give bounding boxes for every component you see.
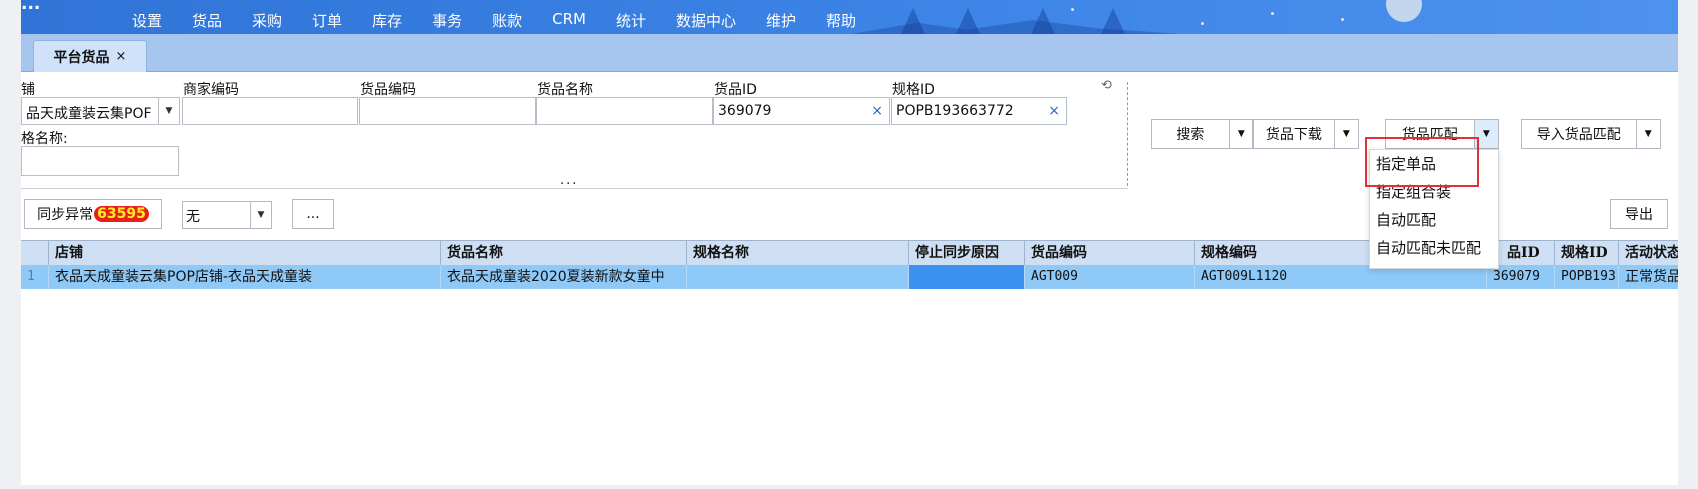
spec-id-input[interactable]: POPB193663772 × bbox=[891, 97, 1067, 125]
collapse-handle[interactable]: ... bbox=[560, 173, 578, 188]
cell-goods-name[interactable]: 衣品天成童装2020夏装新款女童中 bbox=[441, 265, 687, 289]
cell-stop-reason[interactable] bbox=[909, 265, 1025, 289]
menu-item-purchase[interactable]: 采购 bbox=[252, 10, 282, 31]
sync-error-label: 同步异常 bbox=[37, 207, 94, 223]
header-row-number bbox=[21, 241, 49, 265]
menu-item-goods[interactable]: 货品 bbox=[192, 10, 222, 31]
shop-select[interactable]: 品天成童装云集POF ▼ bbox=[21, 97, 180, 125]
cell-spec-id[interactable]: POPB193 bbox=[1555, 265, 1619, 289]
chevron-down-icon[interactable]: ▼ bbox=[1637, 120, 1660, 148]
spec-name-label: 格名称: bbox=[21, 131, 68, 147]
menu-item-affairs[interactable]: 事务 bbox=[432, 10, 462, 31]
cell-status[interactable]: 正常货品 bbox=[1619, 265, 1678, 289]
goods-code-label: 货品编码 bbox=[360, 82, 416, 98]
panel-divider bbox=[1127, 82, 1128, 186]
menu-item-inventory[interactable]: 库存 bbox=[372, 10, 402, 31]
menu-item-help[interactable]: 帮助 bbox=[826, 10, 856, 31]
cell-spec-name[interactable] bbox=[687, 265, 909, 289]
chevron-down-icon[interactable]: ▼ bbox=[1335, 120, 1358, 148]
goods-id-input[interactable]: 369079 × bbox=[713, 97, 890, 125]
decorative-tree-icon bbox=[956, 8, 980, 34]
menu-item-crm[interactable]: CRM bbox=[552, 10, 586, 31]
more-button[interactable]: ... bbox=[292, 199, 334, 229]
goods-code-input[interactable] bbox=[359, 97, 536, 125]
menu-item-data-center[interactable]: 数据中心 bbox=[676, 10, 736, 31]
chevron-down-icon[interactable]: ▼ bbox=[1230, 120, 1253, 148]
filter-select-value: 无 bbox=[186, 209, 200, 225]
merchant-code-input[interactable] bbox=[182, 97, 358, 125]
app-window: ... 设置 货品 采购 订单 库存 事务 账款 CRM 统计 数据中心 维护 … bbox=[21, 0, 1678, 485]
tab-platform-goods[interactable]: 平台货品 × bbox=[33, 40, 147, 72]
spec-id-value: POPB193663772 bbox=[896, 103, 1014, 119]
sync-error-badge: 63595 bbox=[94, 206, 149, 222]
import-match-button[interactable]: 导入货品匹配 ▼ bbox=[1521, 119, 1661, 149]
decorative-star bbox=[1341, 18, 1344, 21]
shop-select-value: 品天成童装云集POF bbox=[26, 106, 152, 122]
clear-icon[interactable]: × bbox=[871, 103, 883, 119]
chevron-down-icon[interactable]: ▼ bbox=[250, 202, 271, 228]
decorative-tree-icon bbox=[901, 8, 925, 34]
menu-item-auto-match-unmatched[interactable]: 自动匹配未匹配 bbox=[1370, 234, 1498, 262]
shop-label: 铺 bbox=[21, 82, 35, 98]
header-spec-name[interactable]: 规格名称 bbox=[687, 241, 909, 265]
header-status[interactable]: 活动状态 bbox=[1619, 241, 1678, 265]
header-spec-id[interactable]: 规格ID bbox=[1555, 241, 1619, 265]
import-match-label[interactable]: 导入货品匹配 bbox=[1522, 120, 1637, 148]
header-shop[interactable]: 店铺 bbox=[49, 241, 441, 265]
app-logo: ... bbox=[21, 0, 41, 14]
menu-item-maintenance[interactable]: 维护 bbox=[766, 10, 796, 31]
chevron-down-icon[interactable]: ▼ bbox=[158, 98, 179, 124]
refresh-icon[interactable]: ⟲ bbox=[1101, 78, 1112, 93]
decorative-star bbox=[1071, 8, 1074, 11]
sync-error-button[interactable]: 同步异常 63595 bbox=[24, 199, 162, 229]
menu-item-accounts[interactable]: 账款 bbox=[492, 10, 522, 31]
export-button[interactable]: 导出 bbox=[1610, 199, 1668, 229]
search-button[interactable]: 搜索 ▼ bbox=[1151, 119, 1254, 149]
menu-item-auto-match[interactable]: 自动匹配 bbox=[1370, 206, 1498, 234]
decorative-star bbox=[1201, 22, 1204, 25]
goods-name-label: 货品名称 bbox=[537, 82, 593, 98]
spec-id-label: 规格ID bbox=[892, 82, 935, 98]
header-goods-name[interactable]: 货品名称 bbox=[441, 241, 687, 265]
top-menu-bar: ... 设置 货品 采购 订单 库存 事务 账款 CRM 统计 数据中心 维护 … bbox=[21, 0, 1678, 34]
cell-goods-code[interactable]: AGT009 bbox=[1025, 265, 1195, 289]
decorative-star bbox=[1271, 12, 1274, 15]
tab-bar: 平台货品 × bbox=[21, 34, 1678, 72]
menu-item-statistics[interactable]: 统计 bbox=[616, 10, 646, 31]
decorative-tree-icon bbox=[1031, 8, 1055, 34]
spec-name-input[interactable] bbox=[21, 146, 179, 176]
header-stop-reason[interactable]: 停止同步原因 bbox=[909, 241, 1025, 265]
row-number: 1 bbox=[21, 265, 49, 289]
filter-panel: 铺 品天成童装云集POF ▼ 商家编码 货品编码 货品名称 货品ID 36907… bbox=[21, 72, 1128, 189]
filter-select[interactable]: 无 ▼ bbox=[182, 201, 272, 229]
cell-shop[interactable]: 衣品天成童装云集POP店铺-衣品天成童装 bbox=[49, 265, 441, 289]
goods-download-button[interactable]: 货品下载 ▼ bbox=[1253, 119, 1359, 149]
tab-label: 平台货品 bbox=[53, 49, 110, 66]
goods-name-input[interactable] bbox=[536, 97, 713, 125]
close-icon[interactable]: × bbox=[116, 49, 127, 64]
goods-id-label: 货品ID bbox=[714, 82, 757, 98]
merchant-code-label: 商家编码 bbox=[183, 82, 239, 98]
menu-item-settings[interactable]: 设置 bbox=[132, 10, 162, 31]
avatar[interactable] bbox=[1386, 0, 1422, 22]
menu-item-orders[interactable]: 订单 bbox=[312, 10, 342, 31]
decorative-tree-icon bbox=[1101, 8, 1125, 34]
goods-id-value: 369079 bbox=[718, 103, 772, 119]
header-goods-code[interactable]: 货品编码 bbox=[1025, 241, 1195, 265]
search-button-label[interactable]: 搜索 bbox=[1152, 120, 1230, 148]
clear-icon[interactable]: × bbox=[1048, 103, 1060, 119]
highlight-box bbox=[1365, 137, 1479, 187]
goods-download-label[interactable]: 货品下载 bbox=[1254, 120, 1335, 148]
main-menu: 设置 货品 采购 订单 库存 事务 账款 CRM 统计 数据中心 维护 帮助 bbox=[132, 10, 886, 31]
